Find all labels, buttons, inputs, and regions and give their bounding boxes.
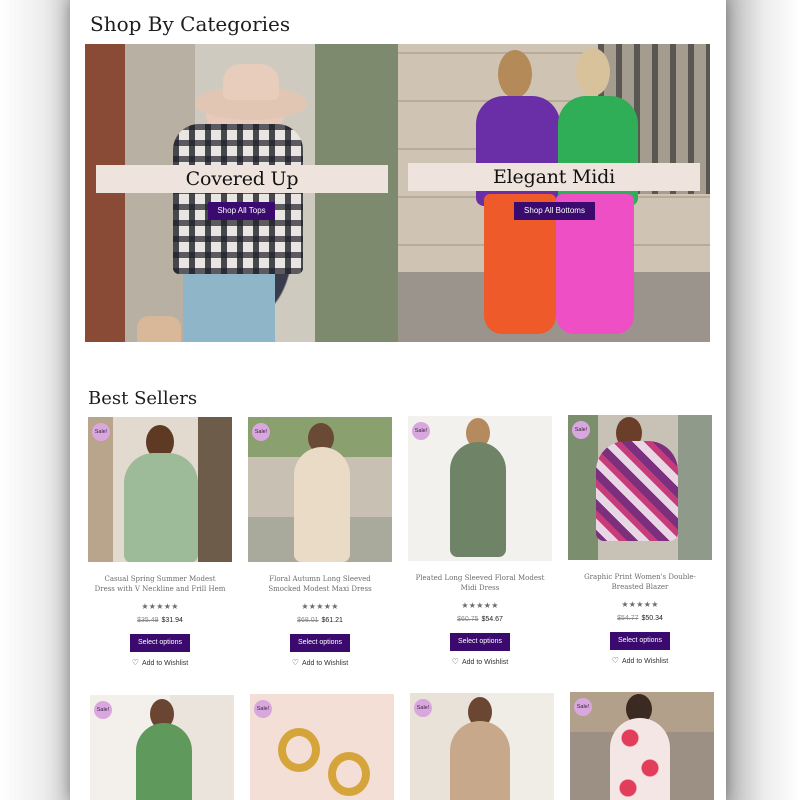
wishlist-label: Add to Wishlist <box>621 658 669 665</box>
earring-image-part <box>278 728 320 772</box>
sale-badge: Sale! <box>254 700 272 718</box>
backdrop-right <box>718 0 800 800</box>
categories-heading: Shop By Categories <box>90 12 291 36</box>
product-image[interactable]: Sale! <box>248 417 392 562</box>
product-card[interactable]: Sale! Graphic Print Women's Double-Breas… <box>568 415 712 667</box>
old-price: $35.49 <box>137 617 159 624</box>
heart-icon: ♡ <box>451 657 459 666</box>
heart-icon: ♡ <box>611 656 619 665</box>
model-head-image-part <box>498 50 532 98</box>
sale-badge: Sale! <box>572 421 590 439</box>
product-card[interactable]: Sale! <box>250 694 394 800</box>
rating-stars: ★★★★★ <box>461 601 499 610</box>
select-options-button[interactable]: Select options <box>450 633 510 651</box>
sale-price: $54.67 <box>481 616 503 623</box>
sale-badge: Sale! <box>92 423 110 441</box>
select-options-button[interactable]: Select options <box>130 634 190 652</box>
sale-price: $61.21 <box>321 617 343 624</box>
product-image[interactable]: Sale! <box>88 417 232 562</box>
product-card[interactable]: Sale! <box>90 695 234 800</box>
wishlist-label: Add to Wishlist <box>141 660 189 667</box>
category-banner-elegant-midi[interactable]: Elegant Midi Shop All Bottoms <box>398 44 710 342</box>
product-image[interactable]: Sale! <box>250 694 394 800</box>
dress-image-part <box>450 442 506 557</box>
blazer-image-part <box>596 441 678 541</box>
heart-icon: ♡ <box>131 658 139 667</box>
rating-stars: ★★★★★ <box>141 602 179 611</box>
dress-image-part <box>450 721 510 800</box>
product-image[interactable]: Sale! <box>90 695 234 800</box>
jeans-image-part <box>183 274 275 342</box>
category-banner-covered-up[interactable]: Covered Up Shop All Tops <box>85 44 398 342</box>
old-price: $60.75 <box>457 616 479 623</box>
product-image[interactable]: Sale! <box>568 415 712 560</box>
best-sellers-heading: Best Sellers <box>88 388 198 409</box>
product-card[interactable]: Sale! Floral Autumn Long Sleeved Smocked… <box>248 417 392 669</box>
old-price: $54.77 <box>617 615 639 622</box>
rating-stars: ★★★★★ <box>621 600 659 609</box>
product-title[interactable]: Casual Spring Summer Modest Dress with V… <box>88 574 232 596</box>
product-card[interactable]: Sale! Casual Spring Summer Modest Dress … <box>88 417 232 669</box>
add-to-wishlist-link[interactable]: ♡ Add to Wishlist <box>408 657 552 668</box>
product-price: $60.75 $54.67 <box>408 615 552 625</box>
product-title[interactable]: Pleated Long Sleeved Floral Modest Midi … <box>408 573 552 595</box>
bag-image-part <box>137 316 181 342</box>
sale-badge: Sale! <box>574 698 592 716</box>
product-card[interactable]: Sale! <box>410 693 554 800</box>
product-image[interactable]: Sale! <box>410 693 554 800</box>
dress-image-part <box>136 723 192 800</box>
select-options-button[interactable]: Select options <box>610 632 670 650</box>
sale-badge: Sale! <box>414 699 432 717</box>
earring-image-part <box>328 752 370 796</box>
product-card[interactable]: Sale! <box>570 692 714 800</box>
heart-icon: ♡ <box>291 658 299 667</box>
sale-price: $31.94 <box>161 617 183 624</box>
model-head-image-part <box>576 48 610 96</box>
old-price: $68.01 <box>297 617 319 624</box>
page-sheet: Shop By Categories Covered Up Shop All T… <box>70 0 726 800</box>
add-to-wishlist-link[interactable]: ♡ Add to Wishlist <box>248 658 392 669</box>
dress-image-part <box>610 718 670 800</box>
product-price: $54.77 $50.34 <box>568 614 712 624</box>
rating-stars: ★★★★★ <box>301 602 339 611</box>
add-to-wishlist-link[interactable]: ♡ Add to Wishlist <box>88 658 232 669</box>
hat-crown-image-part <box>223 64 279 100</box>
shop-all-tops-button[interactable]: Shop All Tops <box>208 202 275 220</box>
dress-image-part <box>294 447 350 562</box>
product-title[interactable]: Graphic Print Women's Double-Breasted Bl… <box>568 572 712 594</box>
shop-all-bottoms-button[interactable]: Shop All Bottoms <box>514 202 595 220</box>
sale-badge: Sale! <box>94 701 112 719</box>
category-label: Elegant Midi <box>408 163 700 191</box>
select-options-button[interactable]: Select options <box>290 634 350 652</box>
product-price: $35.49 $31.94 <box>88 616 232 626</box>
add-to-wishlist-link[interactable]: ♡ Add to Wishlist <box>568 656 712 667</box>
plaid-shirt-image-part <box>173 124 303 274</box>
wishlist-label: Add to Wishlist <box>301 660 349 667</box>
sale-price: $50.34 <box>641 615 663 622</box>
product-card[interactable]: Sale! Pleated Long Sleeved Floral Modest… <box>408 416 552 668</box>
product-image[interactable]: Sale! <box>570 692 714 800</box>
product-price: $68.01 $61.21 <box>248 616 392 626</box>
wishlist-label: Add to Wishlist <box>461 659 509 666</box>
product-title[interactable]: Floral Autumn Long Sleeved Smocked Modes… <box>248 574 392 596</box>
category-label: Covered Up <box>96 165 388 193</box>
sale-badge: Sale! <box>252 423 270 441</box>
dress-image-part <box>124 453 198 562</box>
product-image[interactable]: Sale! <box>408 416 552 561</box>
sale-badge: Sale! <box>412 422 430 440</box>
